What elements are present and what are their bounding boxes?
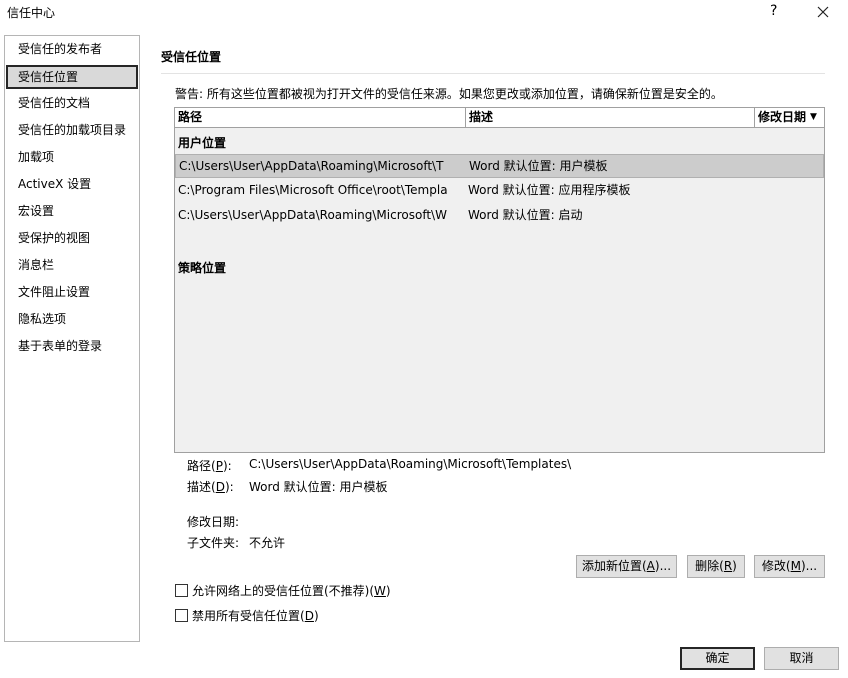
row-description: Word 默认位置: 用户模板: [469, 159, 608, 173]
sidebar-item-privacy[interactable]: 隐私选项: [6, 308, 138, 332]
title-bar: 信任中心 ?: [0, 0, 848, 26]
column-header-modified-label: 修改日期: [758, 110, 807, 124]
sidebar-nav: 受信任的发布者 受信任位置 受信任的文档 受信任的加载项目录 加载项 Activ…: [4, 35, 140, 642]
row-description: Word 默认位置: 应用程序模板: [468, 183, 631, 197]
row-path: C:\Program Files\Microsoft Office\root\T…: [178, 183, 448, 197]
sidebar-item-form-login[interactable]: 基于表单的登录: [6, 335, 138, 359]
allow-network-checkbox-box[interactable]: [175, 584, 188, 597]
row-path: C:\Users\User\AppData\Roaming\Microsoft\…: [179, 159, 444, 173]
close-icon[interactable]: [814, 3, 832, 21]
add-location-button[interactable]: 添加新位置(A)...: [576, 555, 677, 578]
detail-path-label: 路径(P):: [187, 459, 232, 473]
disable-all-checkbox-box[interactable]: [175, 609, 188, 622]
sidebar-item-file-block[interactable]: 文件阻止设置: [6, 281, 138, 305]
detail-subfolders-label: 子文件夹:: [187, 536, 240, 550]
column-header-description[interactable]: 描述: [466, 108, 755, 128]
group-label-user-locations: 用户位置: [178, 136, 227, 150]
detail-path-value: C:\Users\User\AppData\Roaming\Microsoft\…: [249, 457, 572, 471]
sidebar-item-trusted-addin-catalogs[interactable]: 受信任的加载项目录: [6, 119, 138, 143]
remove-button[interactable]: 删除(R): [687, 555, 745, 578]
table-row[interactable]: C:\Users\User\AppData\Roaming\Microsoft\…: [175, 204, 824, 228]
help-button[interactable]: ?: [770, 3, 777, 19]
cancel-button[interactable]: 取消: [764, 647, 839, 670]
detail-modified-label: 修改日期:: [187, 515, 240, 529]
table-row[interactable]: C:\Users\User\AppData\Roaming\Microsoft\…: [175, 154, 824, 178]
sidebar-item-trusted-publishers[interactable]: 受信任的发布者: [6, 38, 138, 62]
section-divider: [161, 73, 825, 74]
column-header-path[interactable]: 路径: [175, 108, 466, 128]
modify-button[interactable]: 修改(M)...: [754, 555, 825, 578]
detail-description-label: 描述(D):: [187, 480, 234, 494]
sort-down-icon: ▼: [810, 112, 817, 122]
table-row[interactable]: C:\Program Files\Microsoft Office\root\T…: [175, 179, 824, 203]
sidebar-item-trusted-locations[interactable]: 受信任位置: [6, 65, 138, 89]
ok-button[interactable]: 确定: [680, 647, 755, 670]
column-header-modified[interactable]: 修改日期 ▼: [755, 108, 824, 128]
sidebar-item-activex[interactable]: ActiveX 设置: [6, 173, 138, 197]
section-title: 受信任位置: [161, 50, 222, 64]
sidebar-item-trusted-documents[interactable]: 受信任的文档: [6, 92, 138, 116]
warning-text: 警告: 所有这些位置都被视为打开文件的受信任来源。如果您更改或添加位置，请确保新…: [175, 87, 723, 101]
sidebar-item-macros[interactable]: 宏设置: [6, 200, 138, 224]
sidebar-item-message-bar[interactable]: 消息栏: [6, 254, 138, 278]
detail-subfolders-value: 不允许: [249, 536, 286, 550]
row-description: Word 默认位置: 启动: [468, 208, 583, 222]
allow-network-checkbox-label: 允许网络上的受信任位置(不推荐)(W): [192, 584, 391, 598]
group-label-policy-locations: 策略位置: [178, 261, 227, 275]
window-title: 信任中心: [7, 6, 56, 20]
row-path: C:\Users\User\AppData\Roaming\Microsoft\…: [178, 208, 447, 222]
disable-all-checkbox-label: 禁用所有受信任位置(D): [192, 609, 319, 623]
trusted-locations-list[interactable]: 路径 描述 修改日期 ▼ 用户位置 C:\Users\User\AppData\…: [174, 107, 825, 453]
sidebar-item-protected-view[interactable]: 受保护的视图: [6, 227, 138, 251]
sidebar-item-addins[interactable]: 加载项: [6, 146, 138, 170]
detail-description-value: Word 默认位置: 用户模板: [249, 480, 388, 494]
